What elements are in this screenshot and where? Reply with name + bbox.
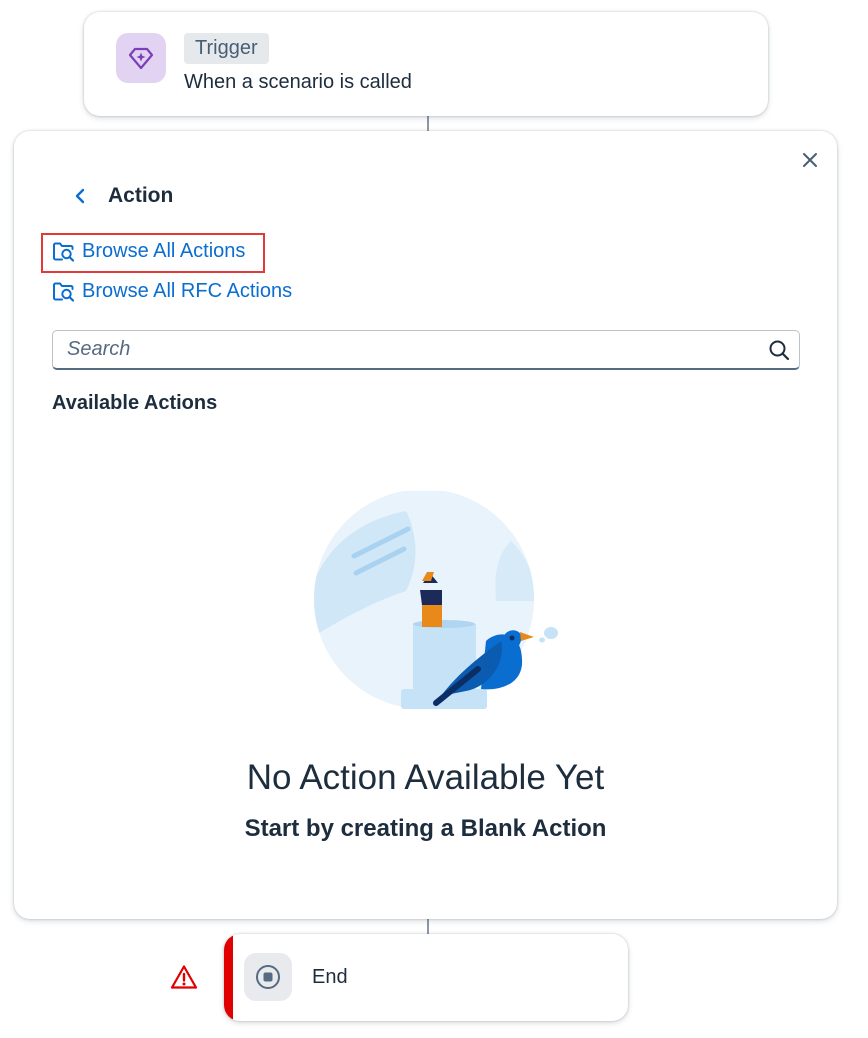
search-input[interactable] <box>53 331 759 368</box>
error-indicator-bar <box>224 934 233 1021</box>
connector-line-bottom <box>427 918 429 935</box>
trigger-description: When a scenario is called <box>184 71 412 93</box>
trigger-badge: Trigger <box>184 33 269 64</box>
close-button[interactable] <box>797 147 823 173</box>
panel-title: Action <box>108 184 174 207</box>
trigger-card[interactable]: Trigger When a scenario is called <box>84 12 768 116</box>
empty-state-illustration <box>314 491 558 709</box>
action-panel: Action Browse All Actions Browse All RFC… <box>14 131 837 919</box>
warning-icon[interactable] <box>170 964 198 990</box>
search-field <box>52 330 800 370</box>
available-actions-heading: Available Actions <box>52 392 218 414</box>
close-icon <box>803 153 817 167</box>
browse-all-actions-link[interactable]: Browse All Actions <box>52 237 245 265</box>
empty-state-subtitle: Start by creating a Blank Action <box>244 815 607 842</box>
connector-line-top <box>427 116 429 132</box>
browse-all-actions-label: Browse All Actions <box>82 240 246 262</box>
browse-all-rfc-actions-link[interactable]: Browse All RFC Actions <box>52 277 292 305</box>
end-card[interactable]: End <box>224 934 628 1021</box>
end-label: End <box>312 966 348 988</box>
chevron-left-icon <box>75 188 85 204</box>
stop-icon <box>244 953 292 1001</box>
search-icon[interactable] <box>759 331 799 369</box>
browse-all-rfc-actions-label: Browse All RFC Actions <box>82 280 293 302</box>
diamond-sparkle-icon <box>116 33 166 83</box>
back-button[interactable] <box>68 183 92 209</box>
folder-search-icon <box>53 282 75 302</box>
folder-search-icon <box>53 242 75 262</box>
empty-state-title: No Action Available Yet <box>246 758 605 797</box>
